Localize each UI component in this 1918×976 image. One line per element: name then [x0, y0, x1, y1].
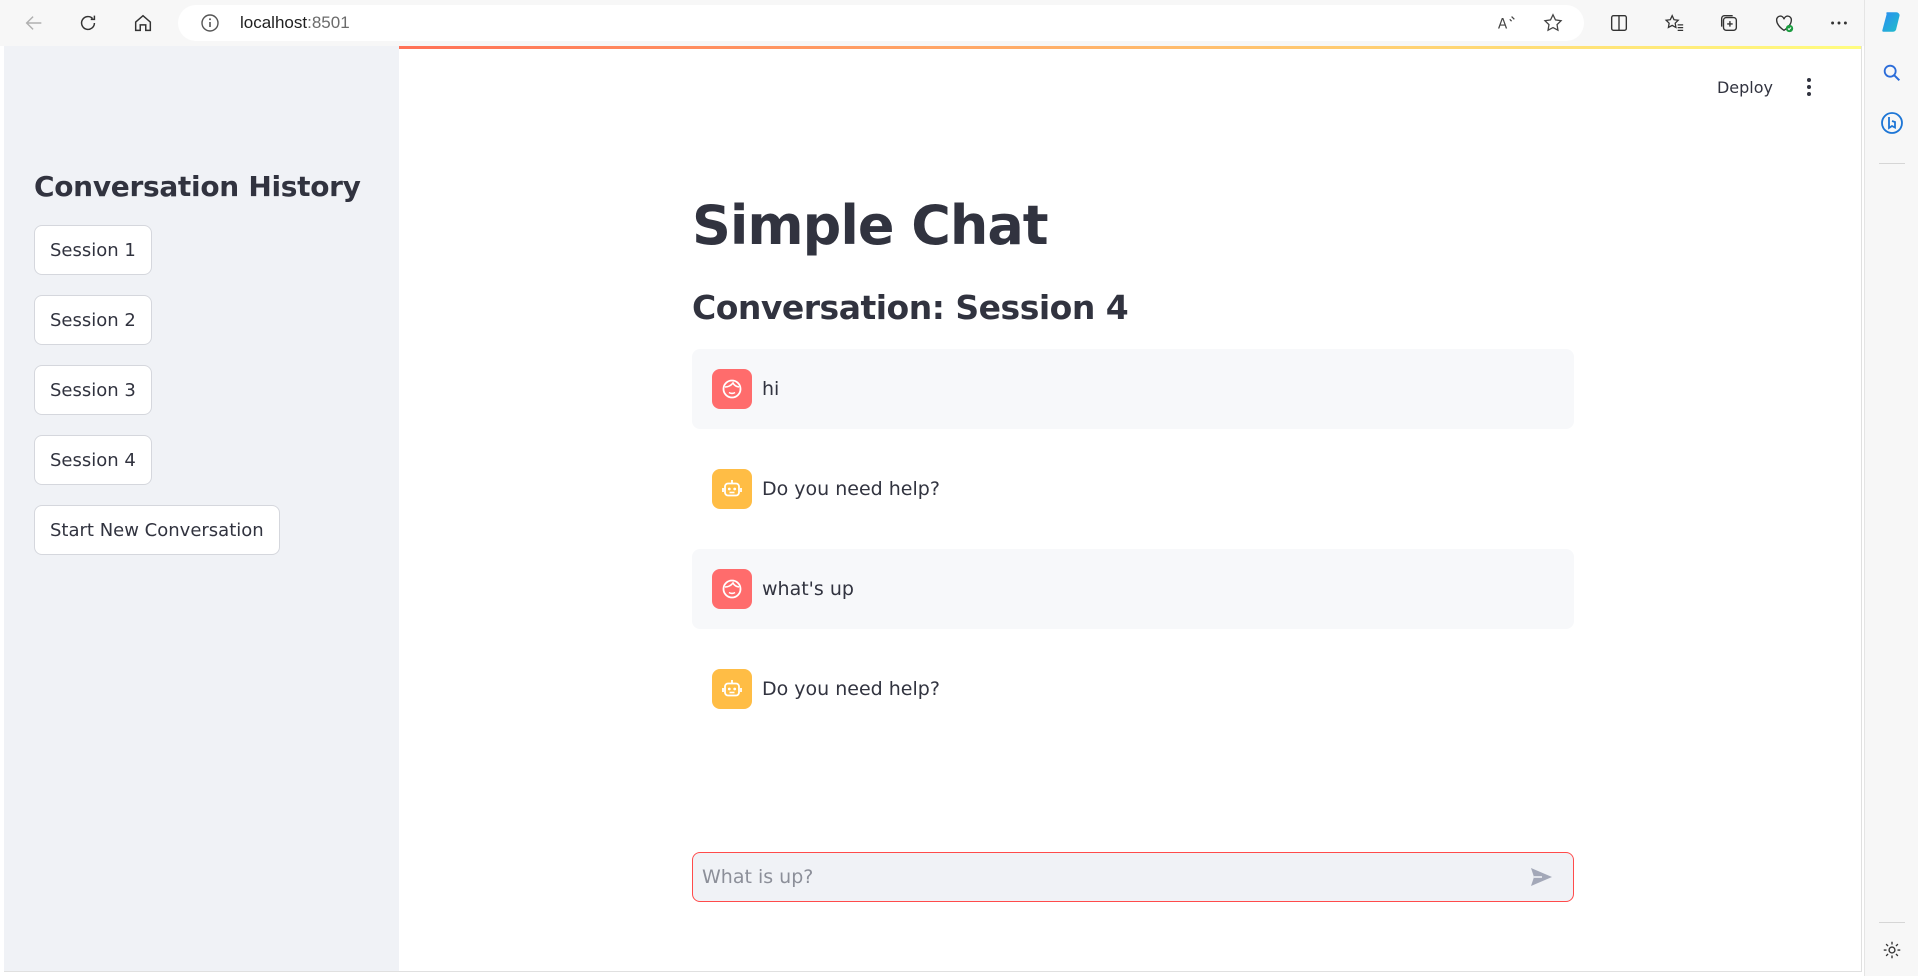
- search-sidebar-button[interactable]: [1877, 58, 1907, 88]
- app-viewport: Conversation History Session 1 Session 2…: [4, 46, 1862, 972]
- send-button[interactable]: [1521, 857, 1561, 897]
- session-3-button[interactable]: Session 3: [34, 365, 152, 415]
- favorites-icon: [1664, 14, 1684, 31]
- send-icon: [1531, 868, 1552, 886]
- app-header-actions: Deploy: [1717, 74, 1819, 100]
- kebab-dot: [1807, 85, 1811, 89]
- read-aloud-icon: A: [1498, 16, 1515, 33]
- page-title: Simple Chat: [692, 194, 1049, 257]
- back-button[interactable]: [18, 8, 50, 38]
- sidebar: Conversation History Session 1 Session 2…: [4, 46, 399, 971]
- session-1-button[interactable]: Session 1: [34, 225, 152, 275]
- address-bar[interactable]: localhost:8501 A: [178, 5, 1584, 41]
- star-icon: [1543, 13, 1563, 32]
- chat-message-user: hi: [692, 349, 1574, 429]
- split-screen-button[interactable]: [1602, 8, 1636, 38]
- conversation-subtitle: Conversation: Session 4: [692, 288, 1129, 327]
- kebab-dot: [1807, 78, 1811, 82]
- collections-icon: [1720, 14, 1738, 32]
- main-menu-button[interactable]: [1799, 74, 1819, 100]
- browser-toolbar: localhost:8501 A: [0, 0, 1918, 46]
- url-port: :8501: [307, 13, 350, 32]
- session-2-button[interactable]: Session 2: [34, 295, 152, 345]
- collections-button[interactable]: [1712, 8, 1746, 38]
- deploy-button[interactable]: Deploy: [1717, 78, 1773, 97]
- heart-pulse-icon: [1775, 15, 1794, 33]
- reload-button[interactable]: [72, 8, 104, 38]
- chat-message-user: what's up: [692, 549, 1574, 629]
- favorite-button[interactable]: [1536, 5, 1570, 41]
- assistant-avatar: [712, 469, 752, 509]
- session-4-button[interactable]: Session 4: [34, 435, 152, 485]
- message-text: hi: [762, 378, 780, 400]
- sidebar-title: Conversation History: [34, 170, 361, 203]
- gear-icon: [1883, 941, 1901, 959]
- more-horizontal-icon: [1831, 21, 1847, 25]
- site-info-icon[interactable]: [200, 13, 220, 33]
- more-options-button[interactable]: [1822, 8, 1856, 38]
- back-arrow-icon: [25, 16, 42, 30]
- message-text: Do you need help?: [762, 678, 940, 700]
- url-host: localhost: [240, 13, 308, 32]
- robot-icon: [722, 480, 742, 497]
- assistant-avatar: [712, 669, 752, 709]
- message-text: what's up: [762, 578, 854, 600]
- chat-input-container: [692, 852, 1574, 902]
- robot-icon: [722, 680, 742, 697]
- user-avatar: [712, 369, 752, 409]
- sidebar-settings-button[interactable]: [1877, 935, 1907, 965]
- read-aloud-button[interactable]: A: [1490, 5, 1524, 41]
- sidebar-divider: [1879, 922, 1905, 923]
- bing-button[interactable]: [1877, 108, 1907, 138]
- chat-input[interactable]: [693, 853, 1521, 901]
- home-button[interactable]: [127, 8, 159, 38]
- search-icon: [1883, 64, 1901, 82]
- start-new-conversation-button[interactable]: Start New Conversation: [34, 505, 280, 555]
- home-icon: [134, 14, 152, 32]
- reload-icon: [80, 15, 96, 31]
- bing-icon: [1881, 112, 1903, 134]
- browser-essentials-button[interactable]: [1767, 8, 1801, 38]
- user-face-icon: [722, 579, 742, 599]
- user-face-icon: [722, 379, 742, 399]
- url-text: localhost:8501: [240, 13, 350, 33]
- copilot-icon: [1882, 12, 1900, 32]
- split-screen-icon: [1610, 14, 1628, 32]
- svg-text:A: A: [1498, 17, 1508, 33]
- copilot-button[interactable]: [1877, 7, 1907, 37]
- chat-message-assistant: Do you need help?: [692, 449, 1574, 529]
- edge-sidebar: [1864, 0, 1918, 976]
- chat-message-assistant: Do you need help?: [692, 649, 1574, 729]
- message-text: Do you need help?: [762, 478, 940, 500]
- favorites-button[interactable]: [1657, 8, 1691, 38]
- kebab-dot: [1807, 92, 1811, 96]
- sidebar-divider: [1879, 163, 1905, 164]
- user-avatar: [712, 569, 752, 609]
